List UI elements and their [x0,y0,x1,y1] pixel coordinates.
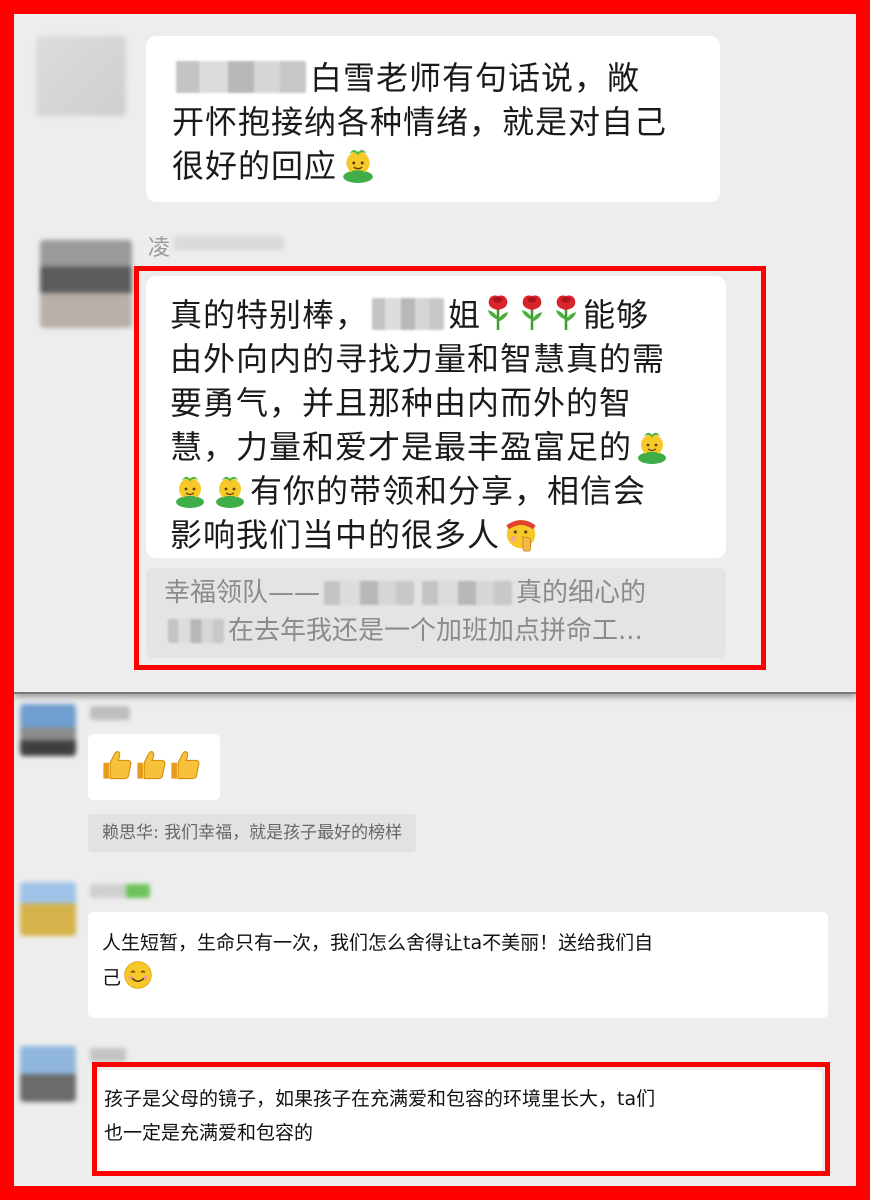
sender-initial: 凌 [148,236,171,261]
sender-name: 凌 [148,230,170,262]
avatar[interactable] [36,36,126,116]
redacted-sender-name [90,884,150,898]
redacted-sender-name [174,236,284,250]
avatar[interactable] [20,1046,76,1102]
message-line: 白雪老师有句话说，敞 [172,56,694,100]
message-text: 白雪老师有句话说，敞 [310,59,641,97]
message-bubble[interactable]: 白雪老师有句话说，敞 开怀抱接纳各种情绪，就是对自己 很好的回应 [146,36,720,202]
avatar[interactable] [20,882,76,936]
smiling-face-emoji-icon [123,960,153,990]
message-line: 己 [102,960,814,995]
redacted-name [176,61,306,93]
quoted-reply[interactable]: 赖思华: 我们幸福，就是孩子最好的榜样 [88,814,417,852]
thumbs-up-emoji-icon [100,748,134,782]
quote-text: 赖思华: 我们幸福，就是孩子最好的榜样 [102,823,403,843]
highlight-box [134,266,766,670]
zoomed-chat-section: 白雪老师有句话说，敞 开怀抱接纳各种情绪，就是对自己 很好的回应 凌 真的特别棒… [14,14,856,694]
thumbs-up-bubble[interactable] [88,734,220,800]
redacted-sender-name [90,706,130,720]
message-line: 很好的回应 [172,144,694,188]
thumbs-up-emoji-icon [168,748,202,782]
avatar[interactable] [20,704,76,756]
message-line: 开怀抱接纳各种情绪，就是对自己 [172,103,668,141]
highlight-box [92,1062,830,1176]
sprout-face-emoji-icon [339,145,377,183]
message-line: 人生短暂，生命只有一次，我们怎么舍得让ta不美丽！送给我们自 [102,932,654,954]
message-text: 很好的回应 [172,147,338,185]
thumbs-up-emoji-icon [134,748,168,782]
avatar[interactable] [40,240,132,328]
message-text: 己 [102,967,122,989]
message-bubble[interactable]: 人生短暂，生命只有一次，我们怎么舍得让ta不美丽！送给我们自 己 [88,912,828,1018]
redacted-sender-name [90,1048,126,1062]
screenshot-frame: 白雪老师有句话说，敞 开怀抱接纳各种情绪，就是对自己 很好的回应 凌 真的特别棒… [14,14,856,1186]
